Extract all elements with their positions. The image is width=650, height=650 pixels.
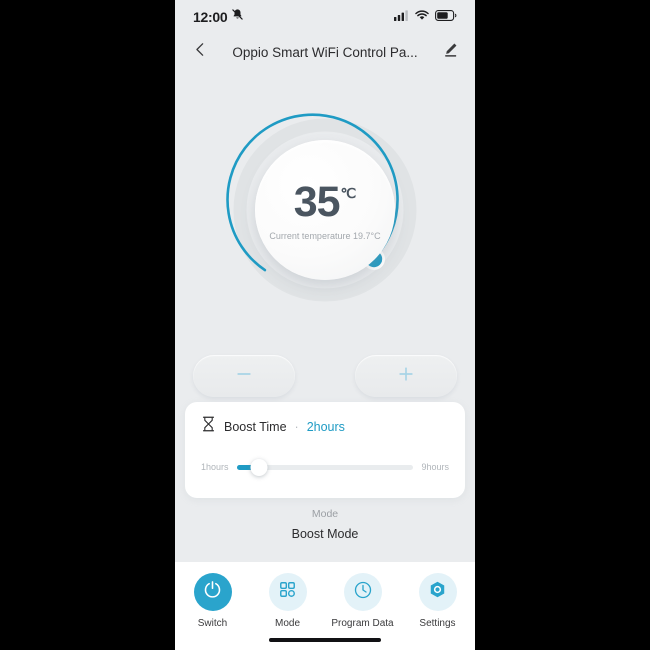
- hex-nut-settings-icon: [428, 580, 447, 604]
- current-temperature-text: Current temperature 19.7°C: [269, 231, 381, 242]
- mode-label: Mode: [311, 508, 339, 520]
- boost-slider-row: 1hours 9hours: [201, 458, 449, 476]
- temperature-unit: ℃: [340, 184, 357, 201]
- edit-button[interactable]: [439, 41, 461, 63]
- increase-temperature-button[interactable]: [355, 355, 457, 397]
- phone-screen: 12:00 Oppio Smart WiFi Control Pa... 35 …: [175, 0, 475, 650]
- nav-label-switch: Switch: [197, 618, 228, 629]
- boost-time-label: Boost Time: [224, 419, 287, 434]
- boost-slider[interactable]: [236, 458, 414, 476]
- decrease-temperature-button[interactable]: [193, 355, 295, 397]
- settings-icon-circle[interactable]: [418, 573, 457, 611]
- home-indicator: [269, 638, 381, 642]
- back-button[interactable]: [189, 41, 211, 63]
- status-bar-left: 12:00: [193, 8, 244, 26]
- nav-label-program-data: Program Data: [331, 618, 394, 629]
- status-bar: 12:00: [175, 0, 475, 34]
- nav-label-mode: Mode: [274, 618, 300, 629]
- power-icon: [202, 579, 223, 605]
- dial-inner-face: 35 ℃ Current temperature 19.7°C: [255, 140, 395, 280]
- boost-time-card: Boost Time · 2hours 1hours 9hours: [185, 402, 465, 498]
- clock-icon: [353, 580, 373, 605]
- boost-separator: ·: [294, 419, 299, 434]
- bottom-navigation: Switch Mode Program Data Settings: [175, 562, 475, 650]
- hourglass-icon: [201, 416, 216, 437]
- switch-icon-circle[interactable]: [193, 573, 232, 611]
- bell-muted-icon: [231, 8, 244, 26]
- nav-item-settings[interactable]: Settings: [405, 573, 471, 629]
- program-data-icon-circle[interactable]: [343, 573, 382, 611]
- temperature-stepper: [193, 355, 457, 397]
- slider-min-label: 1hours: [201, 462, 229, 472]
- mode-block: Mode Boost Mode: [175, 508, 475, 541]
- minus-icon: [234, 364, 254, 389]
- target-temperature-row: 35 ℃: [293, 177, 357, 226]
- title-bar: Oppio Smart WiFi Control Pa...: [175, 34, 475, 70]
- temperature-dial[interactable]: 35 ℃ Current temperature 19.7°C: [225, 110, 425, 320]
- chevron-left-icon: [192, 41, 209, 63]
- boost-time-value[interactable]: 2hours: [307, 420, 345, 434]
- mode-value: Boost Mode: [291, 527, 359, 541]
- boost-time-header: Boost Time · 2hours: [201, 416, 449, 437]
- wifi-icon: [415, 8, 429, 26]
- nav-item-program-data[interactable]: Program Data: [330, 573, 396, 629]
- battery-icon: [435, 8, 457, 26]
- nav-item-switch[interactable]: Switch: [180, 573, 246, 629]
- slider-max-label: 9hours: [421, 462, 449, 472]
- nav-label-settings: Settings: [419, 618, 456, 629]
- page-title: Oppio Smart WiFi Control Pa...: [232, 44, 418, 60]
- pencil-edit-icon: [442, 41, 459, 63]
- status-clock: 12:00: [193, 9, 228, 25]
- status-bar-right: [394, 8, 457, 26]
- mode-icon-circle[interactable]: [268, 573, 307, 611]
- target-temperature-value: 35: [293, 177, 341, 226]
- slider-thumb[interactable]: [250, 458, 268, 476]
- cellular-signal-icon: [394, 8, 409, 26]
- nav-item-mode[interactable]: Mode: [255, 573, 321, 629]
- grid-squares-icon: [278, 580, 297, 604]
- plus-icon: [396, 364, 416, 389]
